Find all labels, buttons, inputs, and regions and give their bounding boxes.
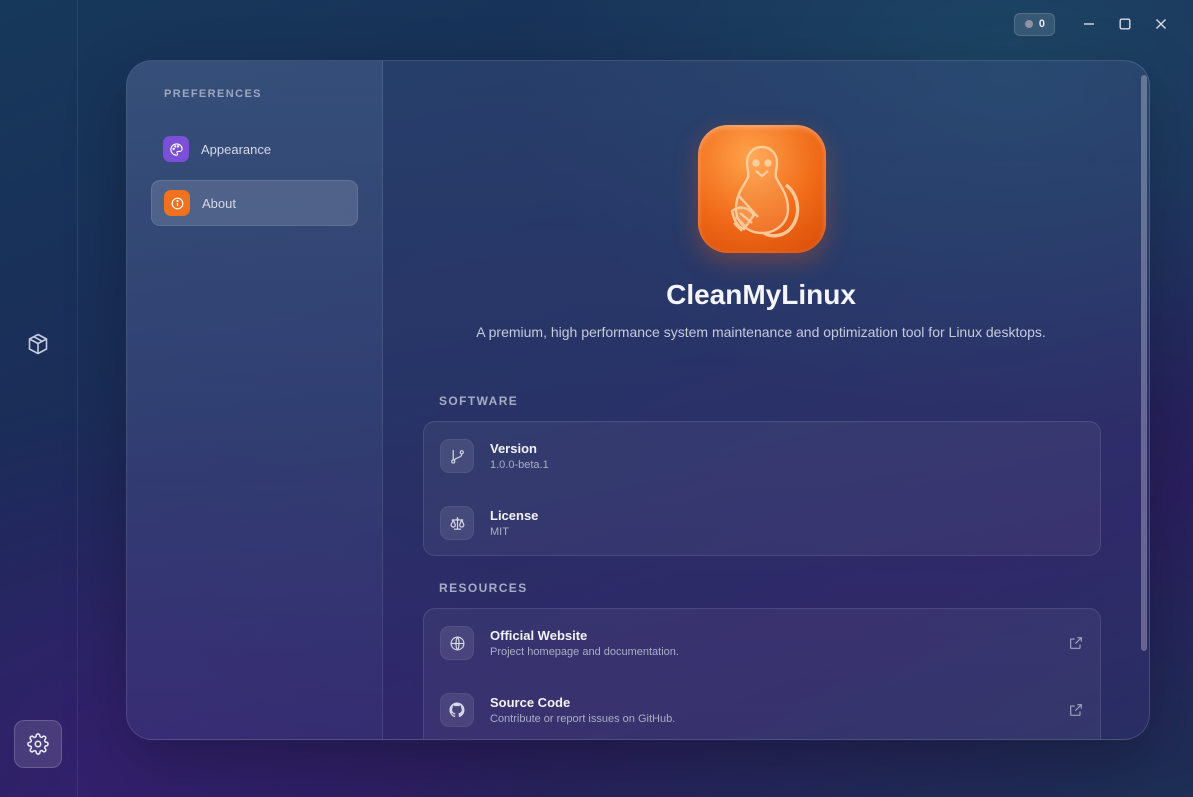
- sidebar-heading: PREFERENCES: [164, 88, 262, 100]
- list-item-version: Version 1.0.0-beta.1: [440, 438, 1084, 474]
- list-item-source-code[interactable]: Source Code Contribute or report issues …: [440, 692, 1084, 728]
- sidebar-item-about[interactable]: About: [151, 180, 358, 226]
- version-value: 1.0.0-beta.1: [490, 459, 549, 471]
- sidebar-item-appearance[interactable]: Appearance: [151, 126, 358, 172]
- list-item-official-website[interactable]: Official Website Project homepage and do…: [440, 625, 1084, 661]
- maximize-button[interactable]: [1107, 12, 1143, 36]
- scrollbar[interactable]: [1141, 75, 1147, 651]
- external-link-icon[interactable]: [1068, 635, 1084, 651]
- app-description: A premium, high performance system maint…: [476, 324, 1046, 340]
- row-title: Official Website: [490, 628, 588, 643]
- section-label-resources: RESOURCES: [439, 581, 528, 595]
- row-subtitle: Contribute or report issues on GitHub.: [490, 713, 676, 725]
- app-logo: [698, 125, 826, 253]
- license-value: MIT: [490, 526, 509, 538]
- row-title: Source Code: [490, 695, 571, 710]
- badge-count: 0: [1038, 18, 1045, 30]
- row-subtitle: Project homepage and documentation.: [490, 646, 679, 658]
- info-icon: [164, 190, 190, 216]
- about-content: CleanMyLinux A premium, high performance…: [383, 61, 1149, 739]
- preferences-sidebar: PREFERENCES Appearance About: [127, 61, 383, 739]
- package-icon[interactable]: [26, 332, 50, 356]
- software-card: Version 1.0.0-beta.1 License MIT: [423, 421, 1101, 556]
- external-link-icon[interactable]: [1068, 702, 1084, 718]
- row-title: License: [490, 508, 539, 523]
- settings-button[interactable]: [14, 720, 62, 768]
- git-branch-icon: [440, 439, 474, 473]
- window-titlebar: 0: [1013, 12, 1179, 36]
- minimize-icon: [1084, 23, 1094, 25]
- resources-card: Official Website Project homepage and do…: [423, 608, 1101, 739]
- app-name: CleanMyLinux: [666, 279, 856, 310]
- task-counter-badge[interactable]: 0: [1013, 12, 1055, 36]
- section-label-software: SOFTWARE: [439, 394, 519, 408]
- palette-icon: [163, 136, 189, 162]
- row-title: Version: [490, 441, 537, 456]
- close-icon: [1156, 19, 1166, 29]
- globe-icon: [440, 626, 474, 660]
- gear-icon: [27, 733, 49, 755]
- list-item-license: License MIT: [440, 505, 1084, 541]
- scale-icon: [440, 506, 474, 540]
- settings-panel: PREFERENCES Appearance About CleanMyLinu…: [126, 60, 1150, 740]
- sidebar-item-label: Appearance: [201, 141, 272, 157]
- maximize-icon: [1119, 18, 1131, 30]
- github-icon: [440, 693, 474, 727]
- app-rail: [0, 0, 78, 797]
- close-button[interactable]: [1143, 12, 1179, 36]
- status-dot: [1024, 20, 1033, 28]
- minimize-button[interactable]: [1071, 12, 1107, 36]
- sidebar-item-label: About: [202, 195, 236, 211]
